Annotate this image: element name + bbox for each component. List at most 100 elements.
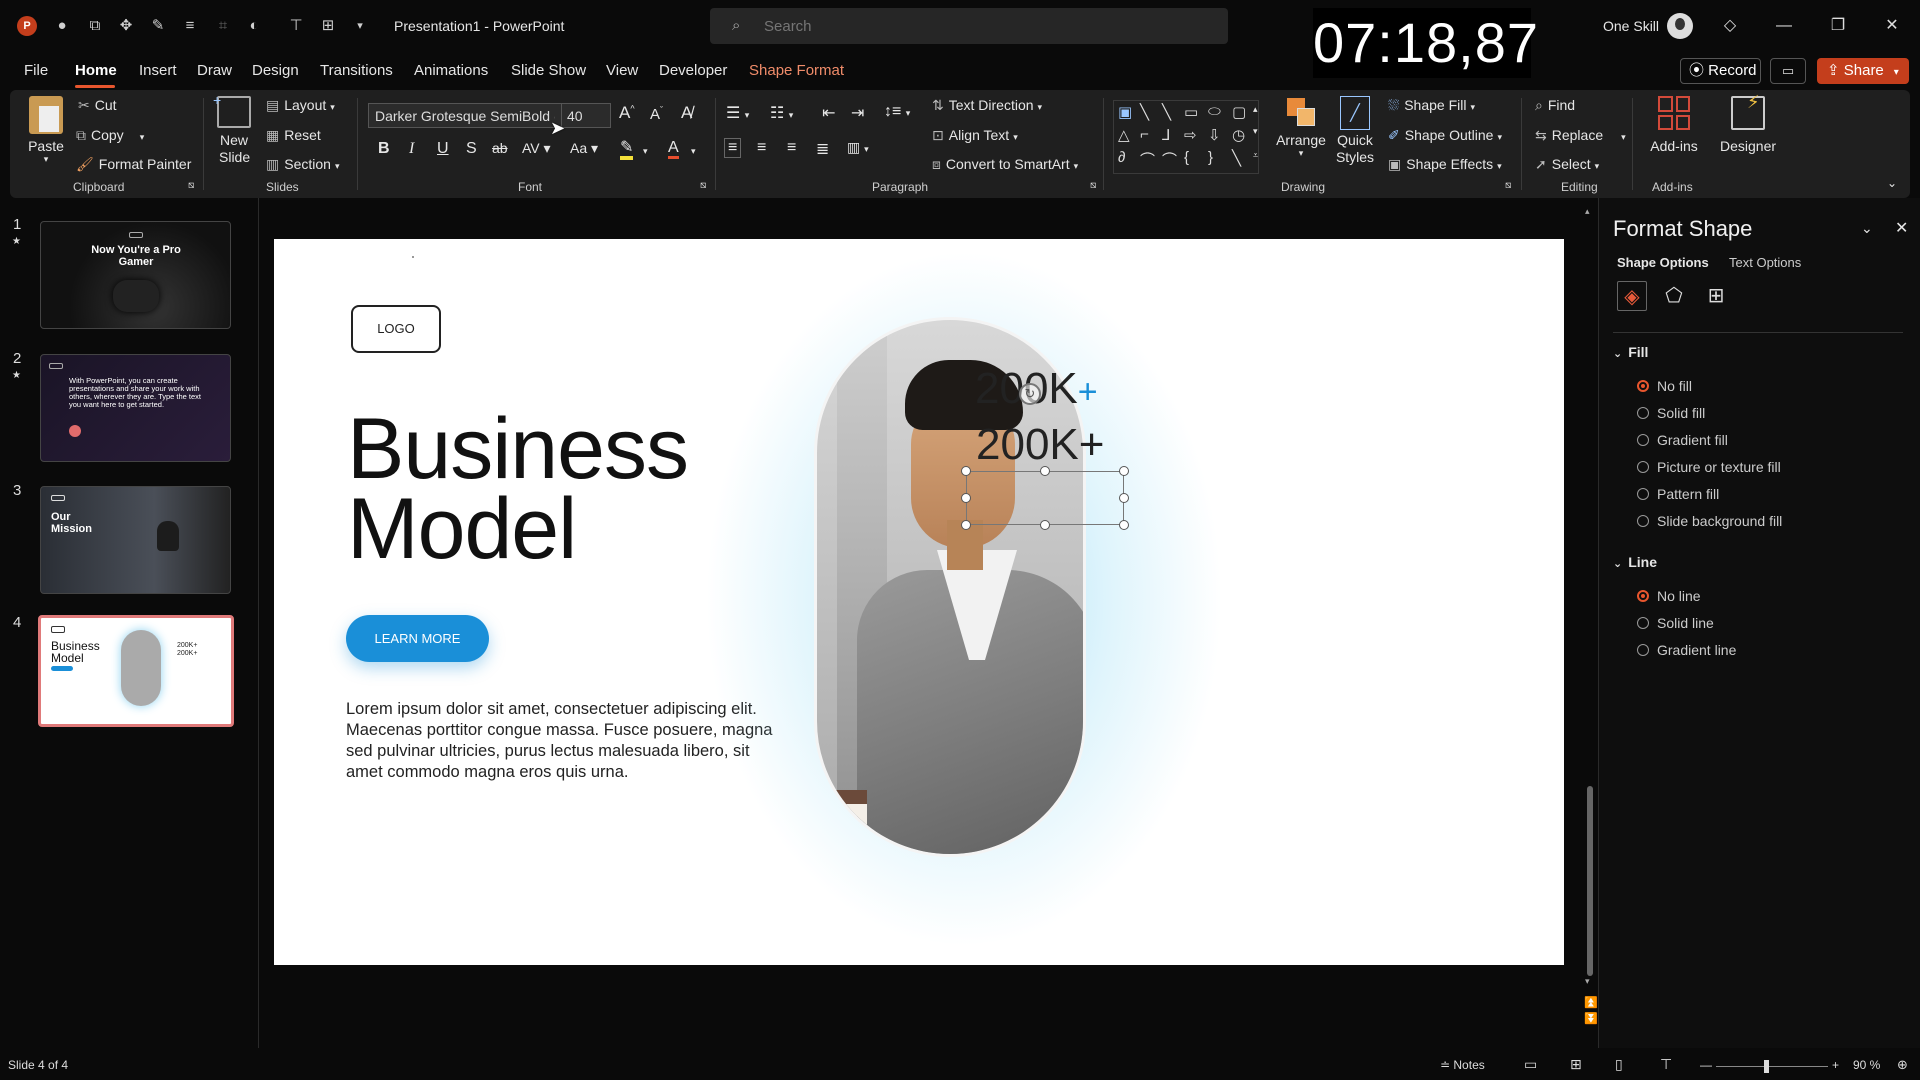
- chevron-down-icon[interactable]: ▾: [691, 146, 696, 157]
- zoom-in-icon[interactable]: +: [1832, 1058, 1839, 1072]
- line-shape-icon[interactable]: ╲: [1140, 103, 1149, 121]
- chevron-down-icon[interactable]: ▾: [643, 146, 648, 157]
- italic-icon[interactable]: I: [409, 140, 414, 158]
- triangle-shape-icon[interactable]: △: [1118, 126, 1130, 144]
- gallery-scroll-up-icon[interactable]: ▴: [1253, 104, 1258, 115]
- pane-options-chevron-icon[interactable]: ⌄: [1861, 220, 1873, 237]
- logo-placeholder[interactable]: LOGO: [351, 305, 441, 353]
- shape-outline-button[interactable]: ✐ Shape Outline ▾: [1388, 127, 1502, 144]
- brace-shape-icon[interactable]: }: [1208, 149, 1213, 166]
- resize-handle[interactable]: [961, 520, 971, 530]
- tab-view[interactable]: View: [606, 62, 638, 79]
- share-button[interactable]: ⇪ Share ▾: [1817, 58, 1909, 84]
- slide-thumbnail-2[interactable]: With PowerPoint, you can create presenta…: [40, 354, 231, 462]
- radio-solid-fill[interactable]: [1637, 407, 1649, 419]
- screenshot-icon[interactable]: ⧉: [85, 16, 105, 36]
- highlight-icon[interactable]: ✎: [620, 140, 634, 160]
- paragraph-launcher-icon[interactable]: ⧅: [1090, 180, 1096, 191]
- convert-smartart-button[interactable]: ⧈ Convert to SmartArt ▾: [932, 156, 1078, 173]
- option-label[interactable]: Pattern fill: [1657, 486, 1719, 502]
- option-label[interactable]: Picture or texture fill: [1657, 459, 1781, 475]
- previous-slide-icon[interactable]: ⏫: [1584, 996, 1598, 1009]
- fill-section-header[interactable]: ⌄ Fill: [1613, 344, 1648, 360]
- collapse-ribbon-icon[interactable]: ⌄: [1887, 176, 1897, 190]
- line-shape-icon[interactable]: ╲: [1162, 103, 1171, 121]
- align-right-icon[interactable]: ≡: [787, 139, 796, 157]
- font-name-input[interactable]: [368, 103, 562, 128]
- replace-button[interactable]: ⇆ Replace ▾: [1535, 127, 1626, 144]
- tab-developer[interactable]: Developer: [659, 62, 727, 79]
- option-label[interactable]: Slide background fill: [1657, 513, 1782, 529]
- fill-line-icon[interactable]: ◈: [1617, 281, 1647, 311]
- resize-handle[interactable]: [961, 466, 971, 476]
- line-spacing-icon[interactable]: ↕≡ ▾: [884, 103, 910, 121]
- oval-shape-icon[interactable]: ⬭: [1208, 103, 1221, 120]
- gallery-expand-icon[interactable]: ⩡: [1253, 150, 1258, 161]
- resize-handle[interactable]: [1040, 520, 1050, 530]
- avatar[interactable]: [1667, 13, 1693, 39]
- draw-icon[interactable]: ✥: [116, 16, 136, 36]
- connector-shape-icon[interactable]: ⌐: [1140, 126, 1149, 143]
- rotate-handle-icon[interactable]: ↻: [1019, 383, 1041, 405]
- align-left-icon[interactable]: ≡: [724, 138, 742, 158]
- rectangle-shape-icon[interactable]: ▭: [1184, 103, 1198, 121]
- section-button[interactable]: ▥ Section ▾: [266, 156, 339, 173]
- shapes-gallery[interactable]: ▣ ╲ ╲ ▭ ⬭ ▢ △ ⌐ ⅃ ⇨ ⇩ ◷ ∂ ⌒ ⌒ { } ╲: [1113, 100, 1259, 174]
- strikethrough-icon[interactable]: ab: [492, 140, 508, 156]
- option-label[interactable]: Gradient line: [1657, 642, 1736, 658]
- slide-thumbnail-4[interactable]: Business Model 200K+ 200K+: [38, 615, 234, 727]
- radio-pattern-fill[interactable]: [1637, 488, 1649, 500]
- find-button[interactable]: ⌕ Find: [1535, 97, 1575, 114]
- fit-to-window-icon[interactable]: ⊕: [1897, 1057, 1908, 1073]
- align-text-button[interactable]: ⊡ Align Text ▾: [932, 127, 1018, 144]
- tab-insert[interactable]: Insert: [139, 62, 177, 79]
- slide-sorter-icon[interactable]: ⊞: [1570, 1056, 1582, 1073]
- close-pane-icon[interactable]: ✕: [1895, 218, 1908, 238]
- quick-styles-button[interactable]: ╱ Quick Styles: [1331, 96, 1379, 166]
- paste-button[interactable]: Paste ▾: [26, 96, 66, 165]
- scroll-up-icon[interactable]: ▴: [1585, 206, 1590, 217]
- shape-fill-button[interactable]: ⛆ Shape Fill ▾: [1388, 97, 1475, 114]
- search-input[interactable]: [764, 16, 1204, 36]
- justify-icon[interactable]: ≣: [816, 139, 829, 159]
- radio-gradient-line[interactable]: [1637, 644, 1649, 656]
- columns-icon[interactable]: ▥ ▾: [847, 139, 869, 156]
- notes-button[interactable]: ≐ Notes: [1440, 1058, 1485, 1072]
- copy-button[interactable]: ⧉ Copy ▾: [76, 127, 144, 144]
- tab-text-options[interactable]: Text Options: [1729, 255, 1801, 270]
- resize-handle[interactable]: [1040, 466, 1050, 476]
- brace-shape-icon[interactable]: {: [1184, 149, 1189, 166]
- cut-button[interactable]: ✂ Cut: [78, 97, 117, 114]
- character-spacing-icon[interactable]: AV ▾: [522, 140, 551, 157]
- addins-button[interactable]: Add-ins: [1644, 96, 1704, 154]
- zoom-level[interactable]: 90 %: [1853, 1058, 1880, 1072]
- radio-solid-line[interactable]: [1637, 617, 1649, 629]
- shadow-icon[interactable]: S: [466, 140, 477, 158]
- radio-no-line[interactable]: [1637, 590, 1649, 602]
- format-painter-button[interactable]: 🖌 Format Painter: [76, 156, 191, 173]
- radio-picture-fill[interactable]: [1637, 461, 1649, 473]
- crop-icon[interactable]: ⌗: [213, 16, 233, 36]
- curve-shape-icon[interactable]: ⌒: [1162, 149, 1177, 170]
- option-label[interactable]: Solid line: [1657, 615, 1714, 631]
- decrease-font-icon[interactable]: Aˇ: [650, 105, 663, 123]
- elbow-connector-shape-icon[interactable]: ⅃: [1162, 126, 1170, 144]
- numbering-icon[interactable]: ☷ ▾: [770, 103, 793, 123]
- callout-shape-icon[interactable]: ◷: [1232, 126, 1245, 144]
- option-label[interactable]: No line: [1657, 588, 1701, 604]
- vertical-scrollbar[interactable]: ▴ ▾ ⏫ ⏬: [1583, 206, 1598, 1026]
- bold-icon[interactable]: B: [378, 140, 390, 158]
- comments-button[interactable]: ▭: [1770, 58, 1806, 84]
- option-label[interactable]: No fill: [1657, 378, 1692, 394]
- close-icon[interactable]: ✕: [1880, 14, 1904, 38]
- pen-icon[interactable]: ✎: [148, 16, 168, 36]
- zoom-out-icon[interactable]: —: [1700, 1058, 1712, 1072]
- zoom-slider-thumb[interactable]: [1764, 1060, 1769, 1073]
- zoom-slider[interactable]: [1716, 1060, 1828, 1073]
- radio-slide-background-fill[interactable]: [1637, 515, 1649, 527]
- tab-draw[interactable]: Draw: [197, 62, 232, 79]
- font-color-icon[interactable]: A: [668, 140, 679, 159]
- shape-effects-button[interactable]: ▣ Shape Effects ▾: [1388, 156, 1502, 173]
- arrow-down-shape-icon[interactable]: ⇩: [1208, 126, 1221, 144]
- line-section-header[interactable]: ⌄ Line: [1613, 554, 1657, 570]
